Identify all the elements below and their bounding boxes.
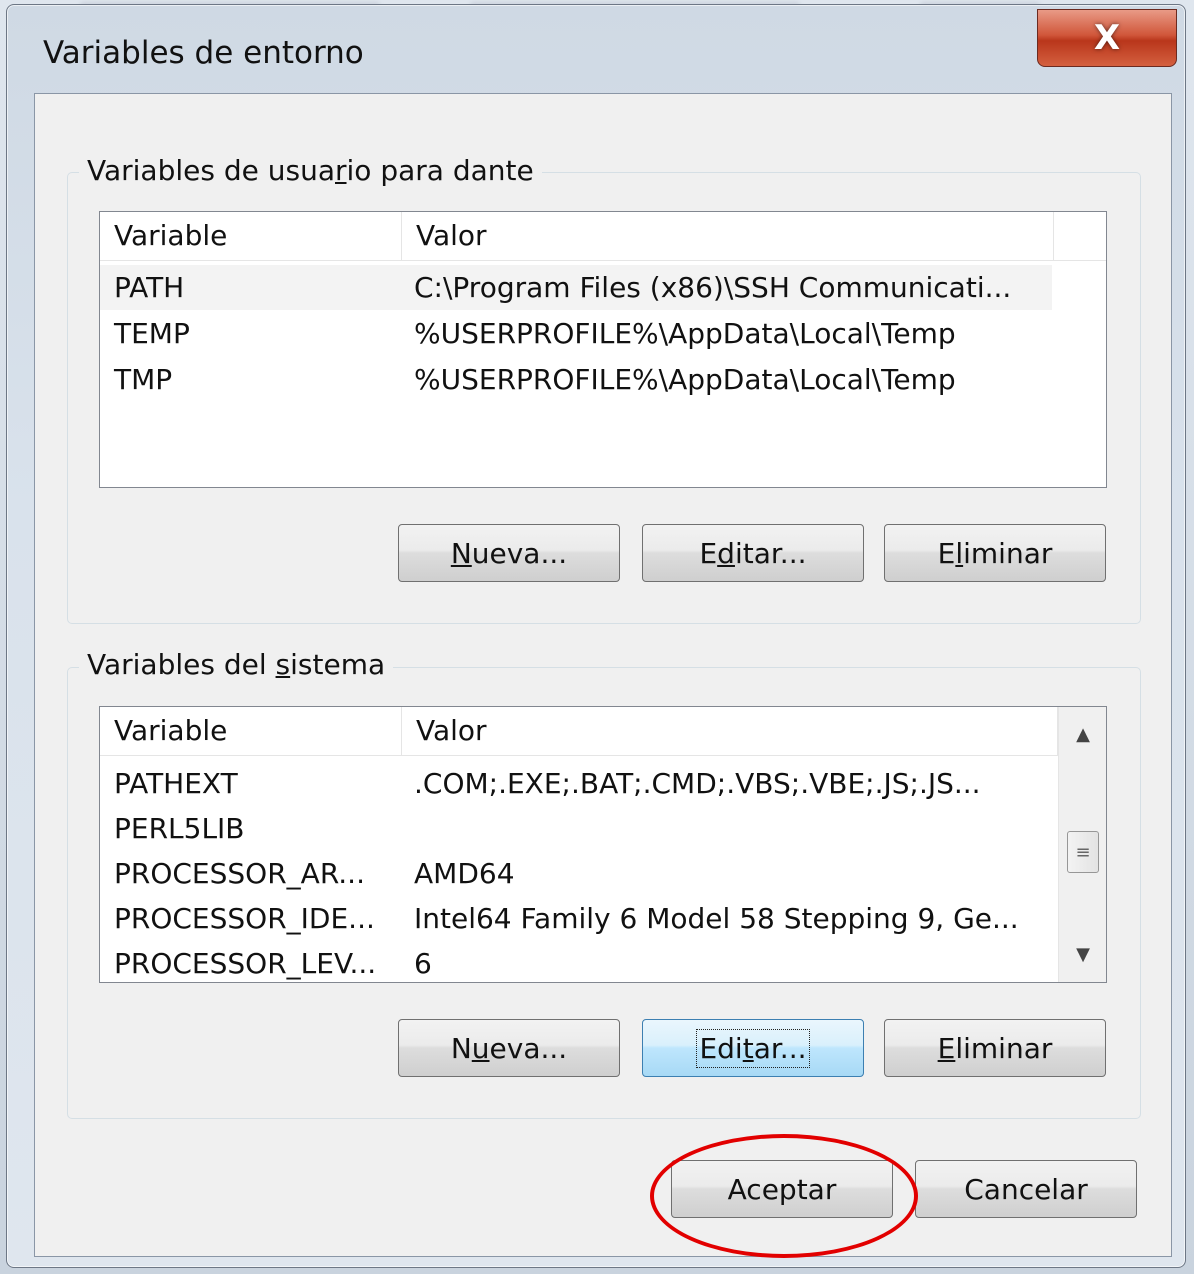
row-variable: PERL5LIB <box>114 812 245 845</box>
row-variable: PATHEXT <box>114 767 238 800</box>
list-column-header: Variable Valor <box>100 212 1106 261</box>
list-row[interactable]: PROCESSOR_IDE... Intel64 Family 6 Model … <box>100 896 1058 941</box>
grip-icon: ≡ <box>1075 841 1091 863</box>
list-row[interactable]: PROCESSOR_LEV... 6 <box>100 941 1058 982</box>
list-column-header: Variable Valor <box>100 707 1058 756</box>
ok-button[interactable]: Aceptar <box>671 1160 893 1218</box>
cancel-button[interactable]: Cancelar <box>915 1160 1137 1218</box>
system-variables-title: Variables del sistema <box>79 648 394 681</box>
row-value: 6 <box>414 947 432 980</box>
row-value: AMD64 <box>414 857 515 890</box>
system-variables-list[interactable]: Variable Valor PATHEXT .COM;.EXE;.BAT;.C… <box>99 706 1107 983</box>
scroll-up-icon[interactable]: ▲ <box>1059 711 1106 757</box>
list-row[interactable]: PATHEXT .COM;.EXE;.BAT;.CMD;.VBS;.VBE;.J… <box>100 761 1058 806</box>
scrollbar-thumb[interactable]: ≡ <box>1067 831 1099 873</box>
list-row[interactable]: PATH C:\Program Files (x86)\SSH Communic… <box>100 265 1052 310</box>
row-variable: PROCESSOR_LEV... <box>114 947 377 980</box>
dialog-client-area: Variables de usuario para dante Variable… <box>34 93 1172 1257</box>
system-edit-button[interactable]: Editar... <box>642 1019 864 1077</box>
user-delete-button[interactable]: El iminar <box>884 524 1106 582</box>
close-icon: X <box>1093 18 1121 58</box>
list-row[interactable]: PERL5LIB <box>100 806 1058 851</box>
row-variable: PATH <box>114 271 185 304</box>
row-value: Intel64 Family 6 Model 58 Stepping 9, Ge… <box>414 902 1019 935</box>
row-value: .COM;.EXE;.BAT;.CMD;.VBS;.VBE;.JS;.JS... <box>414 767 981 800</box>
user-new-button[interactable]: Nueva... <box>398 524 620 582</box>
window-title: Variables de entorno <box>43 35 364 71</box>
list-row[interactable]: TEMP %USERPROFILE%\AppData\Local\Temp <box>100 311 1052 356</box>
row-variable: TEMP <box>114 317 190 350</box>
user-variables-title: Variables de usuario para dante <box>79 154 542 187</box>
row-variable: PROCESSOR_AR... <box>114 857 365 890</box>
row-value: %USERPROFILE%\AppData\Local\Temp <box>414 317 956 350</box>
user-edit-button[interactable]: Ed itar... <box>642 524 864 582</box>
list-row[interactable]: TMP %USERPROFILE%\AppData\Local\Temp <box>100 357 1052 402</box>
system-new-button[interactable]: Nu eva... <box>398 1019 620 1077</box>
row-value: C:\Program Files (x86)\SSH Communicati..… <box>414 271 1012 304</box>
user-variables-list[interactable]: Variable Valor PATH C:\Program Files (x8… <box>99 211 1107 488</box>
close-button[interactable]: X <box>1037 9 1177 67</box>
column-header-value[interactable]: Valor <box>402 707 1058 755</box>
scroll-down-icon[interactable]: ▼ <box>1059 931 1106 977</box>
row-variable: TMP <box>114 363 173 396</box>
column-header-variable[interactable]: Variable <box>100 707 402 755</box>
row-value: %USERPROFILE%\AppData\Local\Temp <box>414 363 956 396</box>
list-row[interactable]: PROCESSOR_AR... AMD64 <box>100 851 1058 896</box>
vertical-scrollbar[interactable]: ▲ ≡ ▼ <box>1058 707 1106 982</box>
column-header-variable[interactable]: Variable <box>100 212 402 260</box>
system-delete-button[interactable]: Eliminar <box>884 1019 1106 1077</box>
row-variable: PROCESSOR_IDE... <box>114 902 375 935</box>
column-header-value[interactable]: Valor <box>402 212 1054 260</box>
